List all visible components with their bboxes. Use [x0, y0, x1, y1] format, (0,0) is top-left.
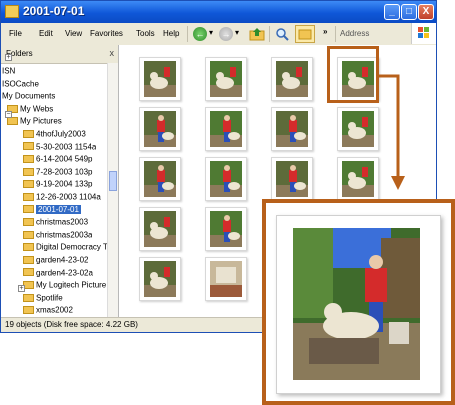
- zoomed-photo-callout: [262, 199, 455, 405]
- zoomed-photo-image: [293, 228, 420, 380]
- zoomed-photo-frame: [276, 215, 441, 394]
- zoomed-photo: [293, 228, 420, 380]
